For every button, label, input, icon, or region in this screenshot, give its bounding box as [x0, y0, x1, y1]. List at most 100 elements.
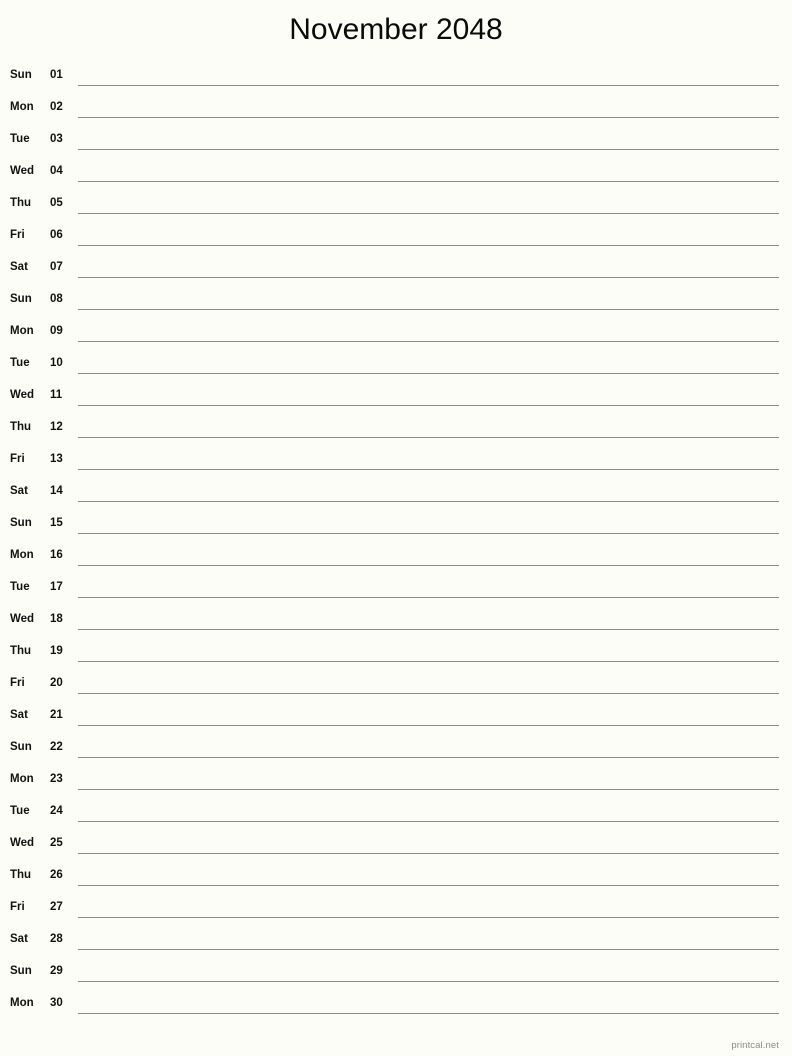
day-of-week-label: Wed	[10, 389, 35, 401]
note-writing-line[interactable]	[78, 373, 779, 374]
day-row[interactable]: Thu 19	[0, 636, 792, 668]
note-writing-line[interactable]	[78, 789, 779, 790]
day-of-week-label: Wed	[10, 165, 35, 177]
day-row[interactable]: Sun 22	[0, 732, 792, 764]
day-of-week-label: Mon	[10, 997, 34, 1009]
note-writing-line[interactable]	[78, 213, 779, 214]
day-row[interactable]: Wed 18	[0, 604, 792, 636]
day-of-week-label: Sat	[10, 261, 28, 273]
day-of-month-number: 12	[50, 421, 63, 433]
note-writing-line[interactable]	[78, 885, 779, 886]
day-row[interactable]: Wed 04	[0, 156, 792, 188]
note-writing-line[interactable]	[78, 565, 779, 566]
note-writing-line[interactable]	[78, 693, 779, 694]
note-writing-line[interactable]	[78, 597, 779, 598]
day-row[interactable]: Wed 11	[0, 380, 792, 412]
day-row[interactable]: Tue 03	[0, 124, 792, 156]
day-of-week-label: Sat	[10, 485, 28, 497]
day-of-week-label: Sat	[10, 709, 28, 721]
day-of-week-label: Wed	[10, 613, 35, 625]
day-row[interactable]: Fri 20	[0, 668, 792, 700]
note-writing-line[interactable]	[78, 181, 779, 182]
day-of-week-label: Thu	[10, 869, 32, 881]
note-writing-line[interactable]	[78, 117, 779, 118]
note-writing-line[interactable]	[78, 277, 779, 278]
day-of-month-number: 16	[50, 549, 63, 561]
day-row[interactable]: Tue 17	[0, 572, 792, 604]
day-of-month-number: 07	[50, 261, 63, 273]
note-writing-line[interactable]	[78, 405, 779, 406]
day-of-month-number: 25	[50, 837, 63, 849]
day-of-week-label: Mon	[10, 325, 34, 337]
note-writing-line[interactable]	[78, 501, 779, 502]
day-row[interactable]: Sun 01	[0, 60, 792, 92]
day-of-month-number: 18	[50, 613, 63, 625]
note-writing-line[interactable]	[78, 981, 779, 982]
footer-attribution: printcal.net	[731, 1040, 779, 1051]
note-writing-line[interactable]	[78, 85, 779, 86]
day-row[interactable]: Mon 09	[0, 316, 792, 348]
day-of-month-number: 22	[50, 741, 63, 753]
day-of-week-label: Mon	[10, 549, 34, 561]
note-writing-line[interactable]	[78, 309, 779, 310]
day-row[interactable]: Thu 26	[0, 860, 792, 892]
note-writing-line[interactable]	[78, 661, 779, 662]
day-of-week-label: Thu	[10, 197, 32, 209]
day-of-week-label: Mon	[10, 101, 34, 113]
day-row[interactable]: Fri 06	[0, 220, 792, 252]
note-writing-line[interactable]	[78, 757, 779, 758]
day-row[interactable]: Thu 12	[0, 412, 792, 444]
day-of-week-label: Tue	[10, 581, 30, 593]
note-writing-line[interactable]	[78, 149, 779, 150]
note-writing-line[interactable]	[78, 629, 779, 630]
day-row[interactable]: Tue 10	[0, 348, 792, 380]
day-row[interactable]: Sun 15	[0, 508, 792, 540]
day-row[interactable]: Sat 28	[0, 924, 792, 956]
day-row[interactable]: Mon 16	[0, 540, 792, 572]
day-row[interactable]: Tue 24	[0, 796, 792, 828]
day-row[interactable]: Thu 05	[0, 188, 792, 220]
day-row[interactable]: Mon 30	[0, 988, 792, 1020]
day-of-week-label: Wed	[10, 837, 35, 849]
day-of-month-number: 01	[50, 69, 63, 81]
day-of-month-number: 08	[50, 293, 63, 305]
day-of-month-number: 04	[50, 165, 63, 177]
day-row[interactable]: Wed 25	[0, 828, 792, 860]
note-writing-line[interactable]	[78, 469, 779, 470]
day-of-month-number: 02	[50, 101, 63, 113]
page-header: November 2048	[0, 0, 792, 60]
note-writing-line[interactable]	[78, 917, 779, 918]
note-writing-line[interactable]	[78, 949, 779, 950]
note-writing-line[interactable]	[78, 725, 779, 726]
note-writing-line[interactable]	[78, 821, 779, 822]
day-of-week-label: Mon	[10, 773, 34, 785]
day-of-month-number: 23	[50, 773, 63, 785]
day-row-list: Sun 01 Mon 02 Tue 03 Wed 04 Thu 05 Fri 06 Sat 07 Sun 08…	[0, 60, 792, 1020]
note-writing-line[interactable]	[78, 341, 779, 342]
day-row[interactable]: Fri 27	[0, 892, 792, 924]
day-of-month-number: 05	[50, 197, 63, 209]
day-of-month-number: 24	[50, 805, 63, 817]
day-row[interactable]: Sat 21	[0, 700, 792, 732]
page-title: November 2048	[289, 13, 503, 46]
day-row[interactable]: Sat 14	[0, 476, 792, 508]
note-writing-line[interactable]	[78, 1013, 779, 1014]
day-of-week-label: Fri	[10, 229, 25, 241]
day-row[interactable]: Sun 29	[0, 956, 792, 988]
day-of-month-number: 10	[50, 357, 63, 369]
note-writing-line[interactable]	[78, 853, 779, 854]
day-of-month-number: 17	[50, 581, 63, 593]
note-writing-line[interactable]	[78, 437, 779, 438]
day-of-month-number: 28	[50, 933, 63, 945]
note-writing-line[interactable]	[78, 533, 779, 534]
day-row[interactable]: Fri 13	[0, 444, 792, 476]
day-of-month-number: 29	[50, 965, 63, 977]
day-row[interactable]: Sun 08	[0, 284, 792, 316]
day-row[interactable]: Mon 23	[0, 764, 792, 796]
day-row[interactable]: Sat 07	[0, 252, 792, 284]
day-of-week-label: Thu	[10, 421, 32, 433]
note-writing-line[interactable]	[78, 245, 779, 246]
day-row[interactable]: Mon 02	[0, 92, 792, 124]
day-of-week-label: Fri	[10, 453, 25, 465]
day-of-month-number: 13	[50, 453, 63, 465]
